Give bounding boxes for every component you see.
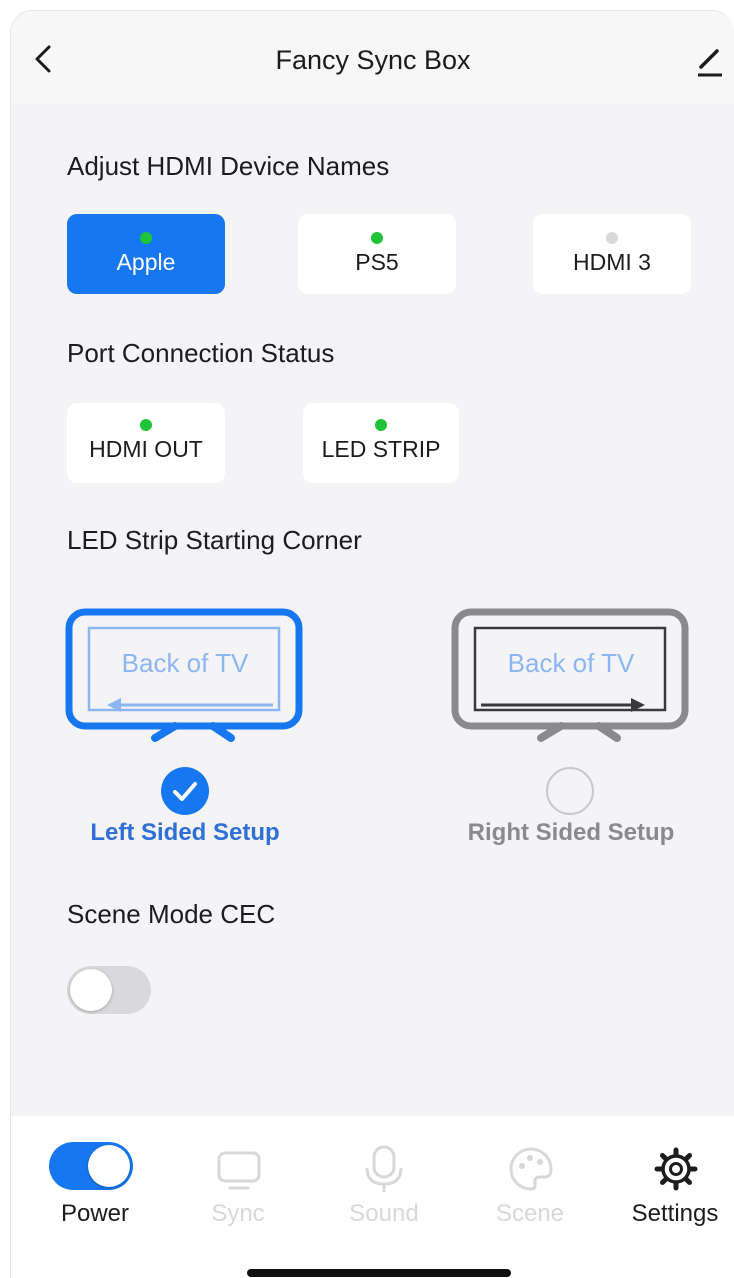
- power-toggle[interactable]: [49, 1142, 133, 1190]
- status-dot: [371, 232, 383, 244]
- right-setup-tv[interactable]: Back of TV: [451, 608, 691, 748]
- home-indicator: [247, 1269, 511, 1277]
- left-setup-label: Left Sided Setup: [90, 819, 280, 846]
- hdmi-device-label: HDMI 3: [573, 249, 651, 275]
- status-dot: [375, 419, 387, 431]
- led-corner-title: LED Strip Starting Corner: [67, 525, 362, 555]
- tab-power[interactable]: Power: [25, 1116, 165, 1236]
- port-led-strip: LED STRIP: [303, 403, 459, 483]
- microphone-icon: [365, 1145, 403, 1192]
- tab-label: Sync: [211, 1200, 265, 1227]
- right-setup-label: Right Sided Setup: [467, 819, 675, 846]
- tv-caption: Back of TV: [121, 648, 249, 678]
- palette-icon: [509, 1147, 553, 1191]
- tab-settings[interactable]: Settings: [605, 1116, 734, 1236]
- left-setup-tv[interactable]: Back of TV: [65, 608, 305, 748]
- right-setup-radio[interactable]: [546, 767, 594, 815]
- port-hdmi-out: HDMI OUT: [67, 403, 225, 483]
- page-title: Fancy Sync Box: [275, 45, 471, 75]
- tab-bar: Power Sync Sound Scene Settings: [11, 1116, 734, 1278]
- hdmi-device-apple[interactable]: Apple: [67, 214, 225, 294]
- status-dot: [140, 419, 152, 431]
- gear-icon: [654, 1147, 698, 1191]
- hdmi-device-hdmi3[interactable]: HDMI 3: [533, 214, 691, 294]
- left-setup-radio[interactable]: [161, 767, 209, 815]
- port-label: HDMI OUT: [89, 436, 203, 462]
- tv-icon: [217, 1151, 261, 1190]
- hdmi-device-ps5[interactable]: PS5: [298, 214, 456, 294]
- scene-mode-title: Scene Mode CEC: [67, 899, 276, 929]
- toggle-knob: [70, 969, 112, 1011]
- port-status-title: Port Connection Status: [67, 338, 335, 368]
- tab-label: Scene: [495, 1200, 565, 1227]
- status-dot: [606, 232, 618, 244]
- tab-scene[interactable]: Scene: [460, 1116, 600, 1236]
- hdmi-device-label: Apple: [116, 249, 176, 275]
- app-screen: Fancy Sync Box Adjust HDMI Device Names …: [10, 10, 734, 1278]
- tab-label: Settings: [631, 1200, 719, 1227]
- tab-label: Power: [60, 1200, 130, 1227]
- toggle-knob: [88, 1145, 130, 1187]
- hdmi-device-label: PS5: [355, 249, 399, 275]
- tab-sync[interactable]: Sync: [168, 1116, 308, 1236]
- edit-button[interactable]: [695, 45, 725, 79]
- tab-sound[interactable]: Sound: [314, 1116, 454, 1236]
- pencil-icon: [698, 49, 722, 77]
- header: Fancy Sync Box: [11, 11, 734, 103]
- hdmi-names-title: Adjust HDMI Device Names: [67, 151, 390, 181]
- checkmark-icon: [173, 782, 197, 801]
- tv-caption: Back of TV: [507, 648, 635, 678]
- status-dot: [140, 232, 152, 244]
- tab-label: Sound: [349, 1200, 419, 1227]
- port-label: LED STRIP: [321, 436, 441, 462]
- scene-mode-toggle[interactable]: [67, 966, 151, 1014]
